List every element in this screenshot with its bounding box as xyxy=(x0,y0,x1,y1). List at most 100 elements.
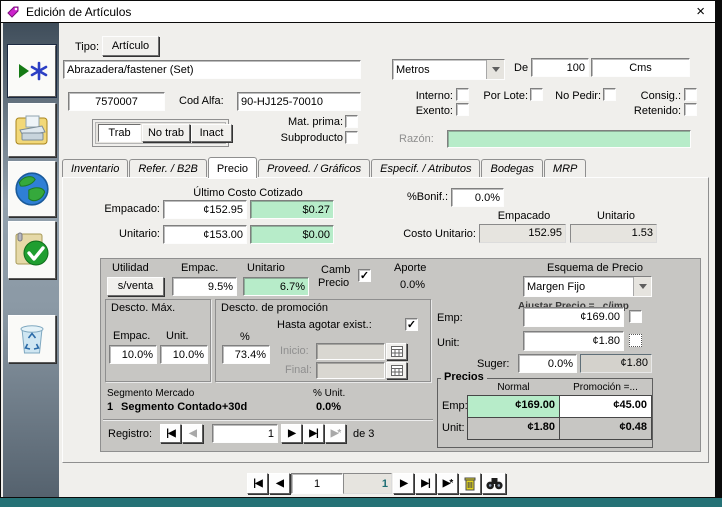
s-venta-button[interactable]: s/venta xyxy=(107,277,164,296)
estado-inact-button[interactable]: Inact xyxy=(191,124,232,142)
suger-pct-input[interactable] xyxy=(518,354,577,373)
mat-prima-checkbox[interactable] xyxy=(345,115,358,128)
col-unitario-header: Unitario xyxy=(576,210,656,222)
unitario-label: Unitario: xyxy=(86,228,160,240)
tab-bodegas[interactable]: Bodegas xyxy=(481,159,542,178)
close-icon[interactable]: × xyxy=(696,4,705,19)
emp-label: Emp: xyxy=(437,312,463,324)
calendar-icon xyxy=(391,346,403,357)
retenido-checkbox[interactable] xyxy=(684,103,697,116)
descripcion-input[interactable] xyxy=(63,60,361,79)
bottom-nav-last-button[interactable]: ▶| xyxy=(415,473,436,494)
col-empacado-header: Empacado xyxy=(482,210,566,222)
descto-max-empac-input[interactable] xyxy=(109,345,157,364)
por-lote-label: Por Lote: xyxy=(478,90,528,102)
descto-max-unit-input[interactable] xyxy=(160,345,208,364)
emp-precio-input[interactable] xyxy=(523,307,624,327)
tab-especif-atributos[interactable]: Especif. / Atributos xyxy=(371,159,480,178)
bottom-nav-page-input[interactable] xyxy=(291,473,343,494)
unit-label: Unit: xyxy=(437,337,460,349)
final-label: Final: xyxy=(285,364,312,376)
utilidad-empac-input[interactable] xyxy=(172,277,237,296)
bonif-input[interactable] xyxy=(451,188,504,207)
segmento-row-num[interactable]: 1 xyxy=(107,401,113,413)
de-input[interactable] xyxy=(531,58,589,77)
search-record-button[interactable] xyxy=(482,473,506,494)
tab-precio[interactable]: Precio xyxy=(208,157,257,178)
empacado-crc-input[interactable] xyxy=(163,200,247,219)
costo-unitario-unitario: 1.53 xyxy=(570,224,657,243)
accept-button[interactable] xyxy=(8,221,56,279)
recycle-bin-button[interactable] xyxy=(8,315,56,363)
interno-checkbox[interactable] xyxy=(456,88,469,101)
camb-precio-label-2: Precio xyxy=(318,277,349,289)
mat-prima-label: Mat. prima: xyxy=(277,116,343,128)
tab-strip: Inventario Refer. / B2B Precio Proveed. … xyxy=(62,155,587,178)
exento-checkbox[interactable] xyxy=(456,103,469,116)
final-calendar-button[interactable] xyxy=(386,362,407,379)
unidad-combo[interactable]: Metros xyxy=(392,59,505,80)
esquema-title: Esquema de Precio xyxy=(525,262,665,274)
unidad-combo-value: Metros xyxy=(396,64,430,76)
unit-precio-input[interactable] xyxy=(523,331,624,351)
new-record-button[interactable] xyxy=(8,45,56,97)
registro-first-button[interactable]: |◀ xyxy=(160,424,181,443)
utilidad-title: Utilidad xyxy=(112,262,149,274)
registro-input[interactable] xyxy=(212,424,278,443)
hasta-agotar-checkbox[interactable]: ✓ xyxy=(405,318,418,331)
tab-proveed-graficos[interactable]: Proveed. / Gráficos xyxy=(258,159,370,178)
emp-checkbox[interactable] xyxy=(629,310,642,323)
bottom-nav-next-button[interactable]: ▶ xyxy=(393,473,414,494)
empacado-usd-input[interactable] xyxy=(250,200,334,219)
razon-input[interactable] xyxy=(447,130,691,148)
precios-emp-promo: ¢45.00 xyxy=(559,395,652,418)
registro-next-button[interactable]: ▶ xyxy=(281,424,302,443)
unitario-crc-input[interactable] xyxy=(163,225,247,244)
estado-no-trab-button[interactable]: No trab xyxy=(142,124,190,142)
web-button[interactable] xyxy=(8,161,56,217)
bottom-nav-new-button[interactable]: ▶* xyxy=(437,473,458,494)
inicio-input[interactable] xyxy=(316,343,385,360)
tab-refer-b2b[interactable]: Refer. / B2B xyxy=(129,159,207,178)
chevron-down-icon[interactable] xyxy=(486,60,504,79)
promo-pct-label: % xyxy=(240,331,250,343)
registro-last-button[interactable]: ▶| xyxy=(303,424,324,443)
esquema-combo-value: Margen Fijo xyxy=(527,281,585,293)
camb-precio-checkbox[interactable]: ✓ xyxy=(358,269,371,282)
por-lote-checkbox[interactable] xyxy=(530,88,543,101)
esquema-combo[interactable]: Margen Fijo xyxy=(523,276,652,297)
unitario-usd-input[interactable] xyxy=(250,225,334,244)
bottom-teal-bar xyxy=(0,498,722,507)
unidad-menor-input[interactable] xyxy=(591,58,690,77)
chevron-down-icon[interactable] xyxy=(633,277,651,296)
no-pedir-checkbox[interactable] xyxy=(603,88,616,101)
registro-prev-button[interactable]: ◀ xyxy=(182,424,203,443)
cod-alfa-input[interactable] xyxy=(237,92,361,111)
registro-new-button[interactable]: ▶* xyxy=(325,424,346,443)
print-button[interactable] xyxy=(8,103,56,157)
final-input[interactable] xyxy=(316,362,385,379)
delete-record-button[interactable] xyxy=(459,473,481,494)
bottom-nav-first-button[interactable]: |◀ xyxy=(247,473,268,494)
descto-max-empac-label: Empac. xyxy=(113,330,150,342)
segmento-row-pct[interactable]: 0.0% xyxy=(316,401,341,413)
tab-inventario[interactable]: Inventario xyxy=(62,159,128,178)
window-edicion-articulos: Edición de Artículos × Tipo: Artículo Me… xyxy=(0,0,722,507)
subproducto-checkbox[interactable] xyxy=(345,131,358,144)
estado-trab-button[interactable]: Trab xyxy=(98,124,141,142)
inicio-calendar-button[interactable] xyxy=(386,343,407,360)
costo-unitario-label: Costo Unitario: xyxy=(392,228,476,240)
utilidad-unitario-input[interactable] xyxy=(243,277,309,296)
precios-col-normal: Normal xyxy=(467,382,560,393)
tab-mrp[interactable]: MRP xyxy=(544,159,586,178)
bottom-nav-prev-button[interactable]: ◀ xyxy=(269,473,290,494)
precios-unit-label: Unit: xyxy=(442,422,465,434)
bottom-nav-page-count: 1 xyxy=(343,473,392,494)
precios-fieldset: Precios Normal Promoción =... Emp: ¢169.… xyxy=(437,378,653,448)
codigo-input[interactable] xyxy=(68,92,165,111)
consig-checkbox[interactable] xyxy=(684,88,697,101)
unit-checkbox-focused[interactable] xyxy=(629,334,642,347)
segmento-row-name[interactable]: Segmento Contado+30d xyxy=(121,401,247,413)
tipo-button[interactable]: Artículo xyxy=(102,36,159,56)
promo-pct-input[interactable] xyxy=(222,345,270,364)
